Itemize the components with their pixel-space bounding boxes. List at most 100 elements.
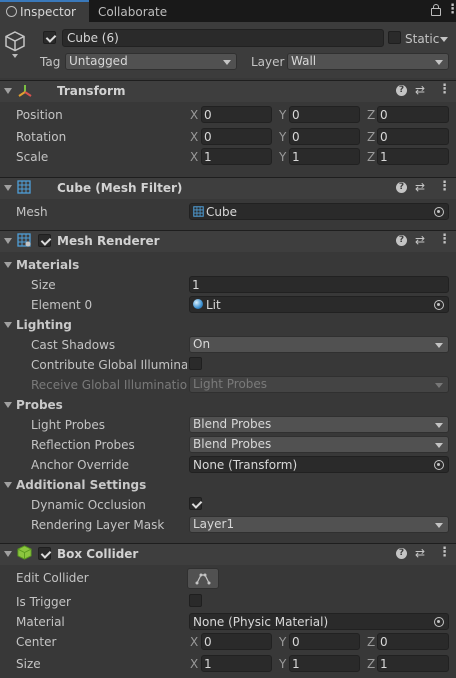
- position-y-value: 0: [292, 108, 300, 122]
- position-z-field[interactable]: [377, 106, 449, 123]
- rotation-z-label: Z: [367, 130, 376, 144]
- collider-size-label: Size: [16, 657, 41, 671]
- position-x-value: 0: [204, 108, 212, 122]
- size-z-field[interactable]: [377, 655, 449, 672]
- center-x-field[interactable]: [201, 633, 272, 650]
- mesh-asset-icon: [193, 206, 204, 217]
- box-collider-title: Box Collider: [57, 547, 139, 561]
- center-y-field[interactable]: [289, 633, 360, 650]
- gameobject-icon-dropdown-icon[interactable]: [12, 54, 18, 58]
- position-x-field[interactable]: [201, 106, 272, 123]
- chevron-down-icon: [435, 383, 443, 388]
- cast-shadows-dropdown[interactable]: [189, 336, 449, 353]
- tab-menu-icon[interactable]: ⋮: [446, 2, 456, 17]
- mesh-filter-help-icon[interactable]: ?: [396, 182, 407, 193]
- position-y-label: Y: [279, 108, 287, 122]
- materials-size-value: 1: [192, 278, 200, 292]
- mesh-renderer-help-icon[interactable]: ?: [396, 235, 407, 246]
- rotation-y-label: Y: [279, 130, 287, 144]
- anchor-override-picker-icon[interactable]: [434, 460, 444, 470]
- scale-z-value: 1: [380, 150, 388, 164]
- mesh-renderer-enabled-checkbox[interactable]: [38, 234, 52, 247]
- lighting-label[interactable]: Lighting: [16, 318, 72, 332]
- scale-y-field[interactable]: [289, 148, 360, 165]
- center-y-value: 0: [292, 635, 300, 649]
- materials-label[interactable]: Materials: [16, 258, 79, 272]
- position-z-value: 0: [380, 108, 388, 122]
- size-y-field[interactable]: [289, 655, 360, 672]
- static-dropdown-icon[interactable]: [440, 37, 448, 42]
- box-collider-presets-icon[interactable]: ⇄: [415, 546, 425, 560]
- rotation-y-field[interactable]: [289, 128, 360, 145]
- position-y-field[interactable]: [289, 106, 360, 123]
- rotation-x-value: 0: [204, 130, 212, 144]
- layer-value: Wall: [291, 54, 317, 68]
- transform-menu-icon[interactable]: ⋮: [438, 82, 451, 97]
- position-x-label: X: [190, 108, 199, 122]
- probes-label[interactable]: Probes: [16, 398, 63, 412]
- center-z-field[interactable]: [377, 633, 449, 650]
- element0-picker-icon[interactable]: [434, 300, 444, 310]
- chevron-down-icon: [435, 343, 443, 348]
- scale-z-field[interactable]: [377, 148, 449, 165]
- tab-collaborate[interactable]: Collaborate: [98, 5, 167, 19]
- materials-foldout-icon[interactable]: [4, 262, 12, 268]
- edit-collider-label: Edit Collider: [16, 571, 89, 585]
- probes-foldout-icon[interactable]: [4, 402, 12, 408]
- mesh-renderer-presets-icon[interactable]: ⇄: [415, 233, 425, 247]
- mesh-renderer-title: Mesh Renderer: [57, 234, 160, 248]
- scale-z-label: Z: [367, 150, 376, 164]
- transform-title: Transform: [57, 84, 126, 98]
- static-checkbox[interactable]: [388, 31, 401, 44]
- checkmark-icon: [40, 548, 52, 559]
- rotation-y-value: 0: [292, 130, 300, 144]
- mesh-filter-menu-icon[interactable]: ⋮: [438, 179, 451, 194]
- mesh-renderer-foldout-icon[interactable]: [4, 238, 12, 244]
- box-collider-menu-icon[interactable]: ⋮: [438, 545, 451, 560]
- rendering-layer-mask-label: Rendering Layer Mask: [31, 518, 165, 532]
- materials-size-field[interactable]: [189, 276, 449, 293]
- gameobject-cube-icon: [5, 31, 25, 52]
- box-collider-cube-icon: [17, 545, 32, 560]
- lock-icon[interactable]: [431, 8, 441, 16]
- rendering-layer-mask-value: Layer1: [193, 517, 235, 531]
- dynamic-occlusion-checkbox[interactable]: [189, 497, 203, 510]
- size-x-field[interactable]: [201, 655, 272, 672]
- center-z-label: Z: [367, 635, 376, 649]
- scale-x-field[interactable]: [201, 148, 272, 165]
- static-label: Static: [405, 32, 440, 46]
- mesh-value: Cube: [206, 205, 237, 219]
- scale-y-value: 1: [292, 150, 300, 164]
- lighting-foldout-icon[interactable]: [4, 322, 12, 328]
- reflection-probes-value: Blend Probes: [193, 437, 272, 451]
- rotation-x-field[interactable]: [201, 128, 272, 145]
- box-collider-help-icon[interactable]: ?: [396, 548, 407, 559]
- is-trigger-checkbox[interactable]: [189, 594, 202, 607]
- active-checkbox[interactable]: [43, 31, 57, 44]
- layer-label: Layer: [251, 55, 285, 69]
- mesh-filter-presets-icon[interactable]: ⇄: [415, 180, 425, 194]
- mesh-grid-icon: [17, 180, 31, 194]
- anchor-override-value: None (Transform): [193, 458, 298, 472]
- size-x-label: X: [190, 657, 199, 671]
- additional-settings-foldout-icon[interactable]: [4, 482, 12, 488]
- contribute-gi-checkbox[interactable]: [189, 357, 202, 370]
- mesh-filter-foldout-icon[interactable]: [4, 185, 12, 191]
- rotation-z-field[interactable]: [377, 128, 449, 145]
- box-collider-foldout-icon[interactable]: [4, 551, 12, 557]
- transform-help-icon[interactable]: ?: [396, 85, 407, 96]
- additional-settings-label[interactable]: Additional Settings: [16, 478, 146, 492]
- center-z-value: 0: [380, 635, 388, 649]
- scale-x-label: X: [190, 150, 199, 164]
- anchor-override-label: Anchor Override: [31, 458, 130, 472]
- tag-value: Untagged: [69, 54, 128, 68]
- mesh-picker-icon[interactable]: [434, 207, 444, 217]
- material-picker-icon[interactable]: [434, 617, 444, 627]
- transform-presets-icon[interactable]: ⇄: [415, 83, 425, 97]
- mesh-renderer-menu-icon[interactable]: ⋮: [438, 232, 451, 247]
- box-collider-enabled-checkbox[interactable]: [38, 547, 52, 560]
- center-label: Center: [16, 635, 57, 649]
- element0-object-field[interactable]: [189, 296, 449, 313]
- transform-foldout-icon[interactable]: [4, 88, 12, 94]
- center-x-value: 0: [204, 635, 212, 649]
